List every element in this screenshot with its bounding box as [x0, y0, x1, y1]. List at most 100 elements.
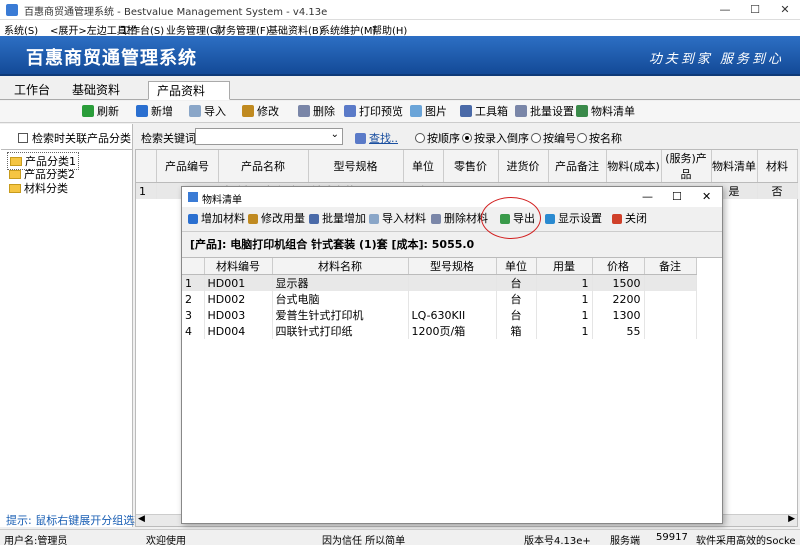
- delete-button[interactable]: 删除: [298, 104, 335, 120]
- delete-material-button[interactable]: 删除材料: [431, 209, 488, 229]
- menu-basic-data[interactable]: 基础资料(B): [268, 22, 323, 37]
- tab-product-data[interactable]: 产品资料 ×: [148, 81, 230, 116]
- column-header[interactable]: 进货价: [498, 150, 549, 183]
- app-banner: 百惠商贸通管理系统 功夫到家 服务到心: [0, 36, 800, 76]
- folder-icon: [9, 184, 21, 193]
- chevron-down-icon[interactable]: ⌄: [331, 129, 339, 140]
- bom-icon: [576, 105, 588, 117]
- column-header[interactable]: 材料: [757, 150, 798, 183]
- import-icon: [189, 105, 201, 117]
- scroll-right-icon[interactable]: ▶: [788, 514, 795, 524]
- table-row[interactable]: 4 HD004 四联针式打印纸 1200页/箱箱 1 55: [182, 323, 697, 339]
- dialog-minimize-button[interactable]: —: [642, 190, 653, 203]
- column-header[interactable]: 物料(成本): [606, 150, 662, 183]
- tree-item-material[interactable]: 材料分类: [9, 180, 68, 196]
- product-info: [产品]: 电脑打印机组合 针式套装 (1)套 [成本]: 5055.0: [190, 238, 475, 251]
- dialog-exit-button[interactable]: 关闭: [612, 209, 647, 229]
- column-header[interactable]: 产品名称: [218, 150, 309, 183]
- tab-workbench[interactable]: 工作台: [6, 81, 58, 100]
- add-button[interactable]: 新增: [136, 104, 173, 120]
- dialog-maximize-button[interactable]: ☐: [672, 190, 682, 203]
- column-header[interactable]: 零售价: [443, 150, 499, 183]
- close-button[interactable]: ✕: [770, 0, 800, 20]
- tab-basic-data[interactable]: 基础资料: [64, 81, 128, 100]
- menu-bar: 系统(S) <展开>左边工具栏 工作台(S) 业务管理(G) 财务管理(F) 基…: [0, 20, 800, 37]
- bom-button[interactable]: 物料清单: [576, 104, 635, 120]
- bom-dialog: 物料清单 — ☐ ✕ 增加材料 修改用量 批量增加 导入材料 删除材料 导出 显…: [181, 186, 723, 524]
- tab-bar: 工作台 基础资料 产品资料 ×: [0, 78, 800, 116]
- dialog-titlebar: 物料清单 — ☐ ✕: [182, 187, 722, 207]
- column-header[interactable]: 价格: [592, 258, 645, 275]
- column-header[interactable]: 型号规格: [408, 258, 497, 275]
- category-tree: 产品分类1 产品分类2 材料分类: [1, 149, 132, 529]
- column-header[interactable]: 单位: [496, 258, 537, 275]
- material-table: 材料编号 材料名称 型号规格 单位 用量 价格 备注 1 HD001 显示器台 1 15…: [182, 258, 697, 339]
- column-header[interactable]: 材料名称: [272, 258, 409, 275]
- refresh-icon: [82, 105, 94, 117]
- close-icon: [612, 214, 622, 224]
- dialog-app-icon: [188, 192, 198, 202]
- import-button[interactable]: 导入: [189, 104, 226, 120]
- import-material-button[interactable]: 导入材料: [369, 209, 426, 229]
- search-icon: [355, 133, 366, 144]
- status-welcome: 欢迎使用: [146, 536, 186, 545]
- batch-add-button[interactable]: 批量增加: [309, 209, 366, 229]
- radio-entry-desc[interactable]: 按录入倒序: [462, 130, 529, 146]
- dialog-title: 物料清单: [202, 195, 242, 206]
- menu-business[interactable]: 业务管理(G): [166, 22, 222, 37]
- column-header[interactable]: 型号规格: [308, 150, 404, 183]
- refresh-button[interactable]: 刷新: [82, 104, 119, 120]
- maximize-button[interactable]: ☐: [740, 0, 770, 20]
- window-title: 百惠商贸通管理系统 - Bestvalue Management System …: [24, 7, 328, 18]
- column-header[interactable]: 产品编号: [156, 150, 219, 183]
- radio-icon: [577, 133, 587, 143]
- search-input[interactable]: ⌄: [195, 128, 343, 145]
- radio-sequence[interactable]: 按顺序: [415, 130, 460, 146]
- image-button[interactable]: 图片: [410, 104, 447, 120]
- batch-settings-button[interactable]: 批量设置: [515, 104, 574, 120]
- table-row[interactable]: 2 HD002 台式电脑台 1 2200: [182, 291, 697, 307]
- table-header-row: 材料编号 材料名称 型号规格 单位 用量 价格 备注: [182, 258, 697, 275]
- column-header[interactable]: 单位: [403, 150, 444, 183]
- edit-button[interactable]: 修改: [242, 104, 279, 120]
- menu-finance[interactable]: 财务管理(F): [216, 22, 270, 37]
- radio-by-code[interactable]: 按编号: [531, 130, 576, 146]
- status-bar: 用户名:管理员 欢迎使用 因为信任 所以简单 版本号4.13e+ 服务端 599…: [0, 529, 800, 545]
- column-header[interactable]: 材料编号: [204, 258, 273, 275]
- display-settings-button[interactable]: 显示设置: [545, 209, 602, 229]
- find-button[interactable]: 查找..: [355, 130, 398, 146]
- edit-icon: [242, 105, 254, 117]
- menu-system[interactable]: 系统(S): [4, 22, 38, 37]
- modify-quantity-button[interactable]: 修改用量: [248, 209, 305, 229]
- folder-icon: [10, 157, 22, 166]
- column-header[interactable]: 备注: [644, 258, 697, 275]
- column-header[interactable]: 用量: [536, 258, 593, 275]
- radio-icon: [531, 133, 541, 143]
- table-row[interactable]: 3 HD003 爱普生针式打印机 LQ-630KII 台 1 1300: [182, 307, 697, 323]
- scroll-left-icon[interactable]: ◀: [138, 514, 145, 524]
- column-header[interactable]: 物料清单: [711, 150, 758, 183]
- column-header[interactable]: 产品备注: [548, 150, 607, 183]
- menu-maintenance[interactable]: 系统维护(M): [320, 22, 376, 37]
- link-category-checkbox[interactable]: 检索时关联产品分类: [18, 130, 131, 146]
- category-panel: 检索时关联产品分类 产品分类1 产品分类2 材料分类 提示: 鼠标右键展开分组选…: [0, 124, 145, 529]
- toolbox-button[interactable]: 工具箱: [460, 104, 508, 120]
- delete-icon: [298, 105, 310, 117]
- batch-add-icon: [309, 214, 319, 224]
- add-icon: [136, 105, 148, 117]
- tab-product-data-label: 产品资料: [157, 84, 206, 98]
- radio-by-name[interactable]: 按名称: [577, 130, 622, 146]
- checkbox-icon: [18, 133, 28, 143]
- table-row[interactable]: 1 HD001 显示器台 1 1500: [182, 274, 697, 291]
- batch-icon: [515, 105, 527, 117]
- radio-selected-icon: [462, 133, 472, 143]
- status-socket: 软件采用高效的Socke: [696, 536, 796, 545]
- print-preview-button[interactable]: 打印预览: [344, 104, 403, 120]
- table-header-row: 产品编号 产品名称 型号规格 单位 零售价 进货价 产品备注 物料(成本) (服…: [136, 150, 798, 183]
- menu-workbench[interactable]: 工作台(S): [120, 22, 164, 37]
- minimize-button[interactable]: —: [710, 0, 740, 20]
- menu-help[interactable]: 帮助(H): [372, 22, 407, 37]
- column-header[interactable]: (服务)产品: [661, 150, 712, 183]
- add-material-button[interactable]: 增加材料: [188, 209, 245, 229]
- dialog-close-button[interactable]: ✕: [702, 190, 711, 203]
